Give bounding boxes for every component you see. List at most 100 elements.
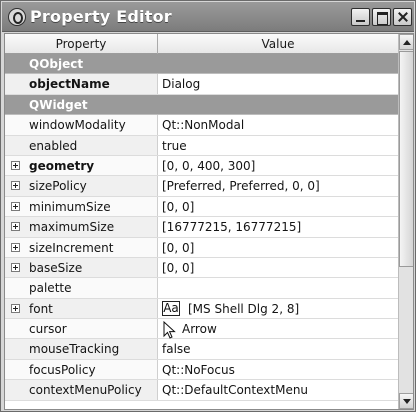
property-name: maximumSize (29, 220, 115, 235)
property-value-cell[interactable] (158, 278, 398, 297)
property-value-cell[interactable]: Qt::DefaultContextMenu (158, 380, 398, 399)
property-value-cell[interactable]: false (158, 339, 398, 358)
scrollbar-thumb[interactable] (399, 51, 413, 267)
property-name: minimumSize (29, 199, 111, 214)
property-name-cell[interactable]: cursor (5, 319, 158, 339)
property-row[interactable]: palette (5, 278, 398, 299)
property-row[interactable]: font Aa [MS Shell Dlg 2, 8] (5, 298, 398, 320)
property-name: font (29, 301, 53, 316)
property-name-cell[interactable]: focusPolicy (5, 359, 158, 380)
property-row[interactable]: maximumSize [16777215, 16777215] (5, 217, 398, 238)
property-name-cell[interactable]: maximumSize (5, 217, 158, 237)
property-value-cell[interactable]: [0, 0] (158, 258, 398, 277)
property-name-cell[interactable]: minimumSize (5, 196, 158, 217)
column-header-value[interactable]: Value (158, 34, 398, 54)
property-value-cell[interactable]: Dialog (158, 74, 398, 93)
property-value: [0, 0] (162, 260, 195, 275)
property-row[interactable]: mouseTracking false (5, 339, 398, 360)
property-name: sizePolicy (29, 179, 87, 194)
property-name-cell[interactable]: mouseTracking (5, 339, 158, 359)
minimize-button[interactable] (351, 8, 370, 26)
property-row[interactable]: minimumSize [0, 0] (5, 196, 398, 218)
property-name-cell[interactable]: objectName (5, 74, 158, 94)
expand-plus-icon[interactable] (11, 303, 20, 313)
property-name: objectName (29, 77, 110, 92)
property-row[interactable]: contextMenuPolicy Qt::DefaultContextMenu (5, 380, 398, 401)
property-name: contextMenuPolicy (29, 383, 142, 398)
property-value-cell[interactable]: Aa [MS Shell Dlg 2, 8] (158, 299, 398, 318)
property-value-cell[interactable]: true (158, 136, 398, 155)
table-header: Property Value (5, 34, 398, 54)
window-title: Property Editor (30, 7, 172, 26)
vertical-scrollbar[interactable] (398, 34, 413, 409)
property-value: Qt::NoFocus (162, 362, 235, 377)
group-label: QObject (29, 57, 84, 71)
font-icon: Aa (162, 300, 180, 316)
property-value-cell[interactable]: [0, 0, 400, 300] (158, 156, 398, 175)
expand-plus-icon[interactable] (11, 242, 20, 252)
property-name: palette (29, 281, 72, 296)
property-value-cell[interactable]: [Preferred, Preferred, 0, 0] (158, 176, 398, 195)
property-name: baseSize (29, 260, 83, 275)
scroll-down-button[interactable] (399, 393, 413, 409)
property-value: Qt::DefaultContextMenu (162, 383, 309, 398)
property-value-cell[interactable]: Arrow (158, 319, 398, 339)
property-table: Property Value QObject objectName Dialog QW… (4, 33, 414, 410)
property-row[interactable]: objectName Dialog (5, 74, 398, 95)
property-value: [Preferred, Preferred, 0, 0] (162, 179, 320, 194)
property-value: false (162, 342, 191, 357)
property-name: windowModality (29, 118, 126, 133)
property-editor-window: Property Editor Property Value QObject ob… (0, 0, 416, 412)
property-value: Qt::NonModal (162, 118, 245, 133)
property-name-cell[interactable]: geometry (5, 155, 158, 176)
group-row[interactable]: QObject (5, 54, 398, 75)
property-name: geometry (29, 158, 95, 173)
close-button[interactable] (393, 8, 412, 26)
column-header-property[interactable]: Property (5, 34, 158, 54)
property-row[interactable]: cursor Arrow (5, 319, 398, 340)
property-row[interactable]: sizeIncrement [0, 0] (5, 237, 398, 258)
expand-plus-icon[interactable] (11, 201, 20, 211)
property-name-cell[interactable]: font (5, 298, 158, 319)
expand-plus-icon[interactable] (11, 222, 20, 232)
title-bar[interactable]: Property Editor (2, 2, 414, 32)
property-rows: QObject objectName Dialog QWidget windowModa… (5, 54, 398, 401)
property-row[interactable]: windowModality Qt::NonModal (5, 115, 398, 136)
property-value: [MS Shell Dlg 2, 8] (188, 301, 300, 316)
property-value: [0, 0, 400, 300] (162, 158, 256, 173)
expand-plus-icon[interactable] (11, 262, 20, 272)
property-value-cell[interactable]: [16777215, 16777215] (158, 217, 398, 236)
property-name-cell[interactable]: windowModality (5, 115, 158, 135)
property-value-cell[interactable]: [0, 0] (158, 197, 398, 216)
property-value: [0, 0] (162, 199, 195, 214)
expand-plus-icon[interactable] (11, 181, 20, 191)
property-row[interactable]: enabled true (5, 135, 398, 156)
property-row[interactable]: baseSize [0, 0] (5, 257, 398, 279)
property-name-cell[interactable]: palette (5, 278, 158, 298)
property-value-cell[interactable]: [0, 0] (158, 238, 398, 257)
group-label: QWidget (29, 97, 88, 112)
property-row[interactable]: focusPolicy Qt::NoFocus (5, 359, 398, 381)
property-value: true (162, 138, 187, 153)
property-name: enabled (29, 138, 78, 153)
property-name-cell[interactable]: enabled (5, 135, 158, 155)
property-name-cell[interactable]: sizeIncrement (5, 237, 158, 257)
maximize-button[interactable] (372, 8, 391, 26)
property-row[interactable]: sizePolicy [Preferred, Preferred, 0, 0] (5, 176, 398, 197)
property-value-cell[interactable]: Qt::NonModal (158, 115, 398, 134)
expand-plus-icon[interactable] (11, 160, 20, 170)
property-value: Dialog (162, 77, 201, 92)
property-value: [0, 0] (162, 240, 195, 255)
property-name-cell[interactable]: baseSize (5, 257, 158, 278)
property-value-cell[interactable]: Qt::NoFocus (158, 360, 398, 379)
property-row[interactable]: geometry [0, 0, 400, 300] (5, 155, 398, 177)
property-name: sizeIncrement (29, 240, 114, 255)
property-name-cell[interactable]: sizePolicy (5, 176, 158, 196)
group-row[interactable]: QWidget (5, 94, 398, 116)
app-icon[interactable] (8, 8, 26, 26)
property-name: focusPolicy (29, 362, 96, 377)
scroll-up-button[interactable] (399, 34, 413, 50)
property-name-cell[interactable]: contextMenuPolicy (5, 380, 158, 400)
property-name: mouseTracking (29, 342, 120, 357)
property-name: cursor (29, 322, 67, 337)
